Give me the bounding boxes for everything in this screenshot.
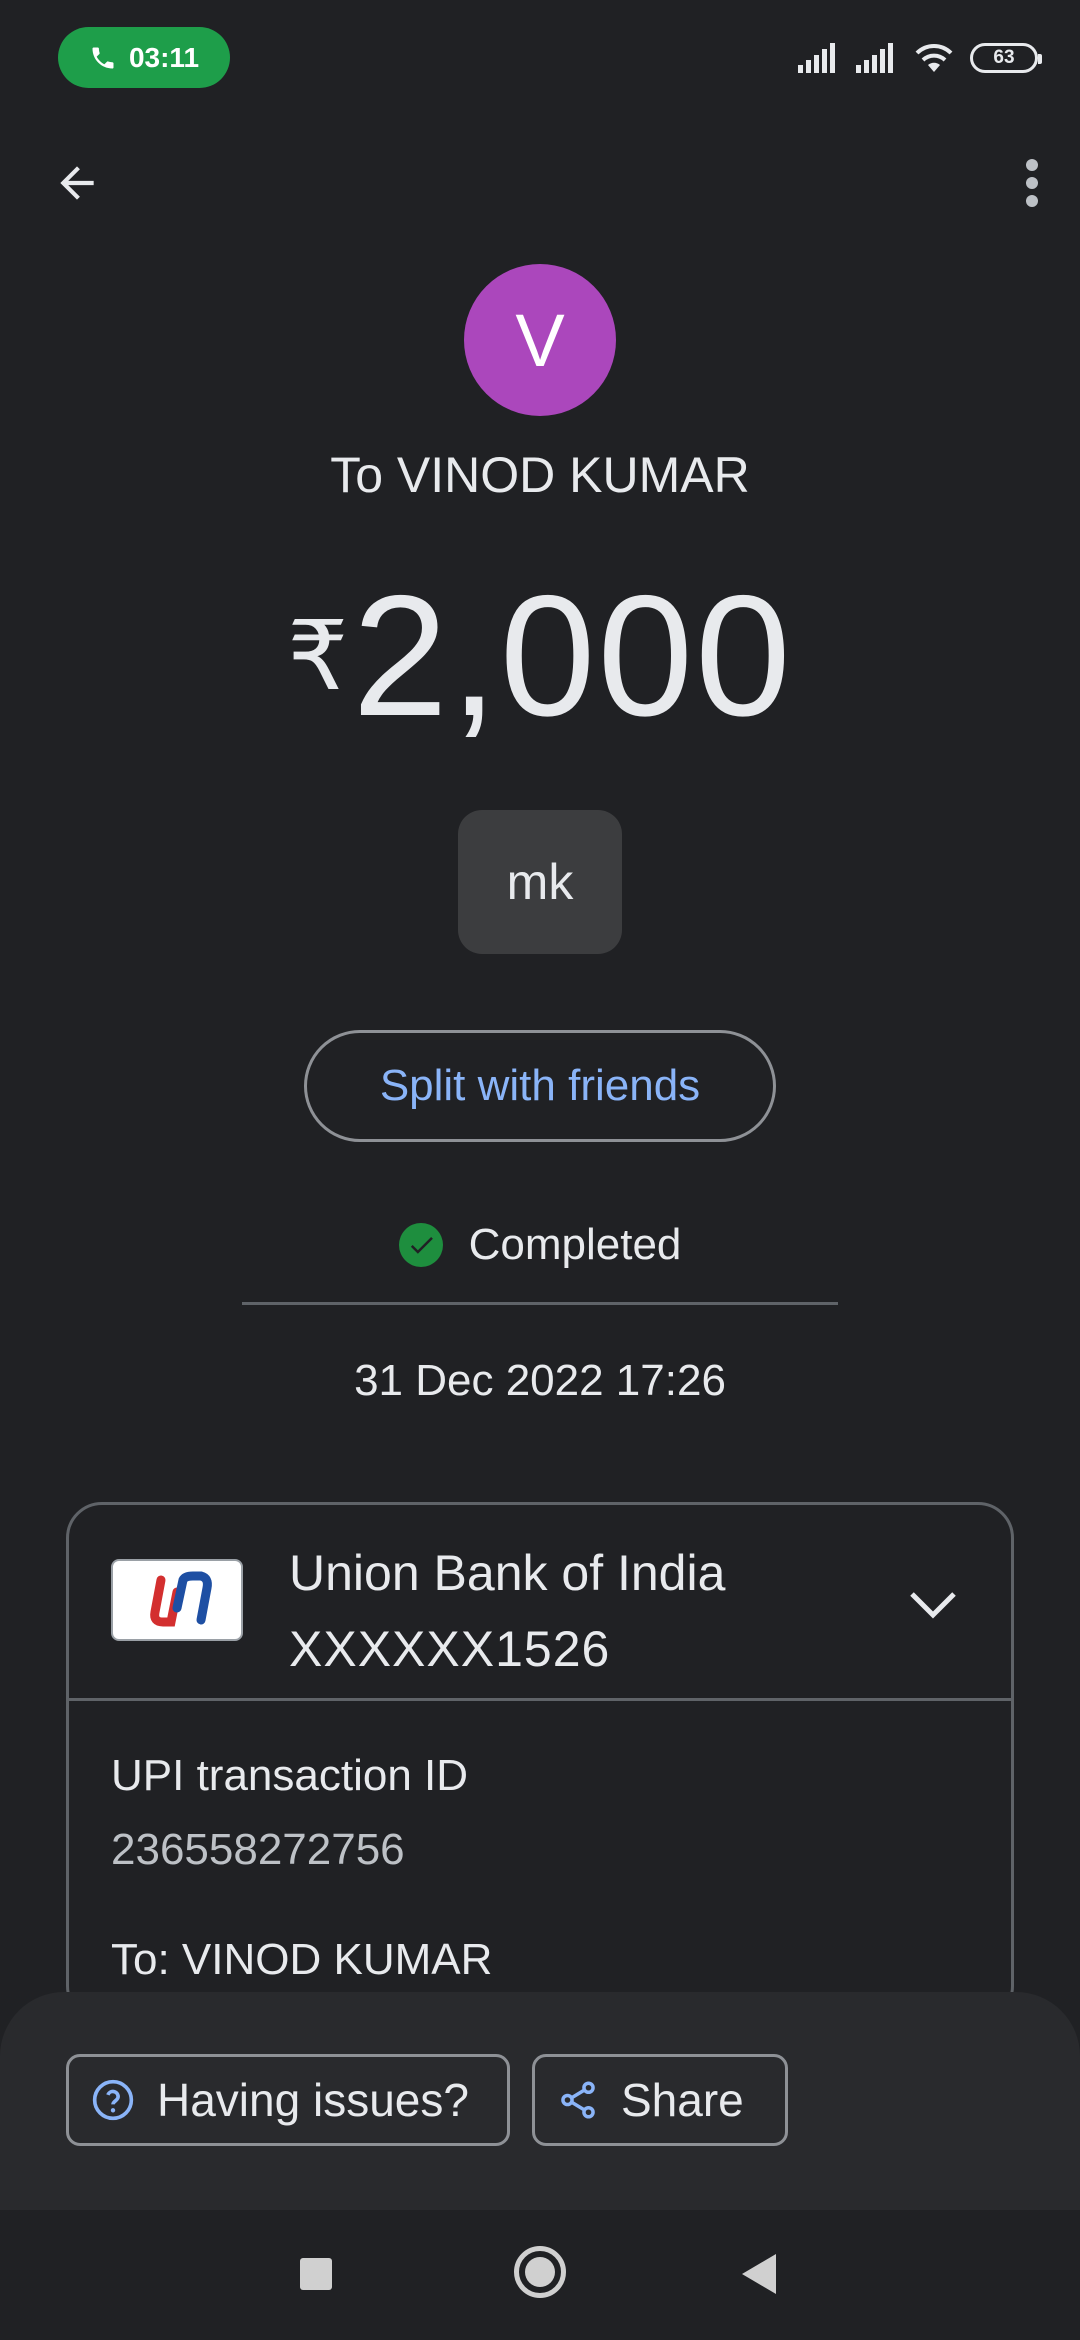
phone-icon xyxy=(92,47,114,68)
divider xyxy=(242,1302,838,1305)
home-icon[interactable] xyxy=(514,2246,566,2298)
recent-apps-icon[interactable] xyxy=(300,2258,332,2290)
screen: 03:11 63 V To VINOD KUMAR ₹ 2,000 mk Spl… xyxy=(0,0,1080,2340)
system-navigation-bar xyxy=(0,2210,1080,2340)
battery-icon: 63 xyxy=(970,43,1042,73)
chevron-down-icon[interactable] xyxy=(903,1575,963,1635)
split-with-friends-button[interactable]: Split with friends xyxy=(304,1030,776,1142)
amount-value: 2,000 xyxy=(352,560,793,752)
transaction-details-card: Union Bank of India XXXXXX1526 UPI trans… xyxy=(66,1502,1014,2022)
ongoing-call-pill[interactable]: 03:11 xyxy=(58,27,230,88)
transaction-datetime: 31 Dec 2022 17:26 xyxy=(354,1356,726,1405)
recipient-label: To: VINOD KUMAR xyxy=(111,1935,493,1984)
help-circle-icon xyxy=(92,2079,134,2121)
arrow-left-icon xyxy=(60,166,94,200)
payment-status: Completed xyxy=(0,1220,1080,1270)
bottom-action-sheet: Having issues? Share xyxy=(0,1992,1080,2210)
status-icons: 63 xyxy=(798,36,1042,80)
wifi-icon xyxy=(914,43,954,73)
currency-symbol: ₹ xyxy=(287,603,349,710)
upi-transaction-id-value: 236558272756 xyxy=(111,1825,405,1874)
union-bank-logo-icon xyxy=(111,1559,243,1641)
payee-avatar: V xyxy=(464,264,616,416)
more-vert-icon xyxy=(1026,159,1038,207)
having-issues-label: Having issues? xyxy=(157,2074,469,2126)
check-circle-icon xyxy=(398,1223,443,1267)
more-options-button[interactable] xyxy=(1012,152,1052,214)
payment-note: mk xyxy=(458,810,622,954)
nav-back-icon[interactable] xyxy=(742,2254,776,2294)
status-label: Completed xyxy=(468,1220,682,1269)
amount: ₹ 2,000 xyxy=(0,560,1080,752)
having-issues-button[interactable]: Having issues? xyxy=(66,2054,510,2146)
share-button[interactable]: Share xyxy=(532,2054,788,2146)
bank-account-number: XXXXXX1526 xyxy=(289,1621,611,1677)
upi-transaction-id-label: UPI transaction ID xyxy=(111,1751,469,1800)
back-button[interactable] xyxy=(46,152,108,214)
call-time: 03:11 xyxy=(128,41,200,73)
bank-name: Union Bank of India xyxy=(289,1545,726,1601)
bank-account-header[interactable]: Union Bank of India XXXXXX1526 xyxy=(69,1505,1011,1701)
status-bar: 03:11 63 xyxy=(0,0,1080,116)
share-label: Share xyxy=(621,2074,744,2126)
share-icon xyxy=(561,2081,595,2119)
payee-name: To VINOD KUMAR xyxy=(330,447,750,503)
signal-1-icon xyxy=(798,43,840,73)
signal-2-icon xyxy=(856,43,898,73)
